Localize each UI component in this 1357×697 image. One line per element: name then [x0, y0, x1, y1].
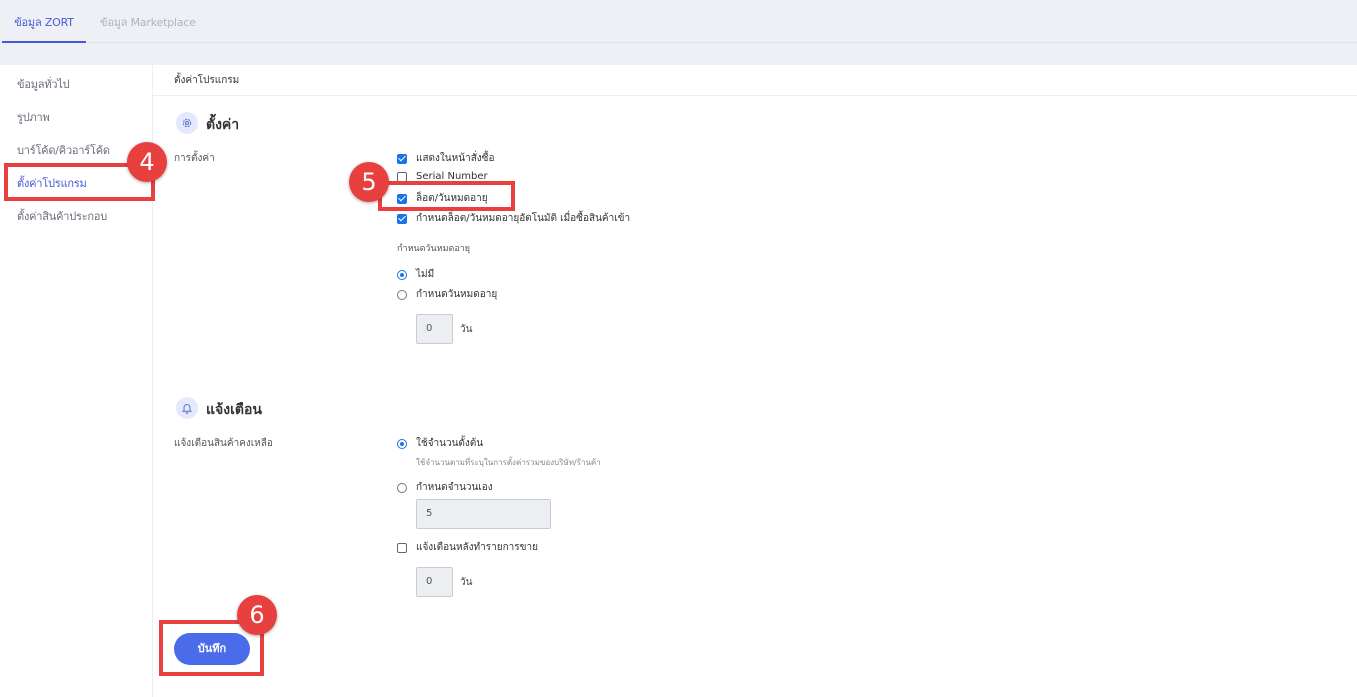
checkbox-label: แจ้งเตือนหลังทำรายการขาย — [416, 542, 538, 553]
divider — [153, 95, 1357, 96]
annotation-badge-4: 4 — [127, 142, 167, 182]
settings-section-title: ตั้งค่า — [206, 117, 240, 133]
checkbox-label: กำหนดล็อต/วันหมดอายุอัตโนมัติ เมื่อซื้อส… — [416, 213, 631, 224]
bell-icon — [176, 397, 198, 419]
checkbox-box[interactable] — [397, 153, 407, 164]
annotation-badge-6: 6 — [237, 595, 277, 635]
default-qty-hint: ใช้จำนวนตามที่ระบุในการตั้งค่ารวมของบริษ… — [416, 458, 601, 467]
custom-qty-input[interactable]: 5 — [416, 499, 551, 529]
radio-button[interactable] — [397, 482, 407, 493]
checkbox-notify-after-sale[interactable]: แจ้งเตือนหลังทำรายการขาย — [397, 540, 538, 555]
settings-row-label: การตั้งค่า — [174, 153, 215, 164]
tab-zort-info[interactable]: ข้อมูล ZORT — [2, 0, 86, 43]
radio-button[interactable] — [397, 289, 407, 300]
radio-label: กำหนดวันหมดอายุ — [416, 289, 498, 300]
checkbox-auto-lot-expiry[interactable]: กำหนดล็อต/วันหมดอายุอัตโนมัติ เมื่อซื้อส… — [397, 211, 630, 226]
radio-use-default-qty[interactable]: ใช้จำนวนตั้งต้น — [397, 436, 483, 451]
checkbox-box[interactable] — [397, 213, 407, 224]
tab-marketplace-info[interactable]: ข้อมูล Marketplace — [100, 0, 196, 43]
radio-custom-qty[interactable]: กำหนดจำนวนเอง — [397, 480, 493, 495]
annotation-badge-5: 5 — [349, 162, 389, 202]
expiry-setting-label: กำหนดวันหมดอายุ — [397, 244, 471, 254]
radio-button[interactable] — [397, 269, 407, 280]
radio-no-expiry[interactable]: ไม่มี — [397, 267, 434, 282]
radio-set-expiry[interactable]: กำหนดวันหมดอายุ — [397, 287, 497, 302]
highlight-box-lot-expiry — [378, 181, 515, 211]
main-panel: ตั้งค่าโปรแกรม ตั้งค่า การตั้งค่า แสดงใน… — [153, 65, 1357, 697]
radio-button[interactable] — [397, 438, 407, 449]
expiry-days-input[interactable]: 0 — [416, 314, 453, 344]
gear-icon — [176, 112, 198, 134]
top-tab-bar: ข้อมูล ZORT ข้อมูล Marketplace — [0, 0, 1357, 43]
checkbox-box[interactable] — [397, 542, 407, 553]
radio-label: ไม่มี — [416, 269, 435, 280]
checkbox-box[interactable] — [397, 171, 407, 182]
sidebar-item-bundle-settings[interactable]: ตั้งค่าสินค้าประกอบ — [17, 207, 107, 225]
radio-label: กำหนดจำนวนเอง — [416, 482, 493, 493]
after-sale-days-unit: วัน — [460, 577, 473, 588]
notify-row-label: แจ้งเตือนสินค้าคงเหลือ — [174, 438, 273, 449]
page-title: ตั้งค่าโปรแกรม — [174, 75, 240, 86]
after-sale-days-input[interactable]: 0 — [416, 567, 453, 597]
expiry-days-unit: วัน — [460, 324, 473, 335]
checkbox-show-in-order[interactable]: แสดงในหน้าสั่งซื้อ — [397, 151, 494, 166]
notify-section-title: แจ้งเตือน — [206, 402, 262, 418]
sidebar-item-images[interactable]: รูปภาพ — [17, 108, 50, 126]
sidebar-item-general[interactable]: ข้อมูลทั่วไป — [17, 75, 70, 93]
sidebar-item-barcode[interactable]: บาร์โค้ด/คิวอาร์โค้ด — [17, 141, 110, 159]
checkbox-label: แสดงในหน้าสั่งซื้อ — [416, 153, 495, 164]
radio-label: ใช้จำนวนตั้งต้น — [416, 438, 484, 449]
